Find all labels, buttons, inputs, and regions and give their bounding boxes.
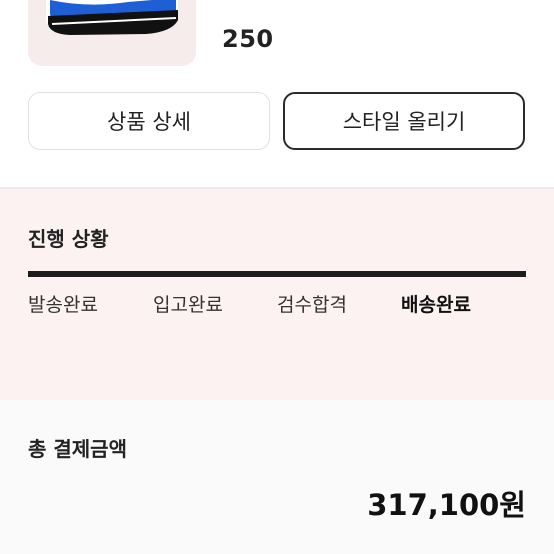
product-size: 250 <box>222 25 274 53</box>
payment-section: 총 결제금액 317,100원 <box>0 400 554 554</box>
product-section: 250 상품 상세 스타일 올리기 <box>0 0 554 187</box>
step-received: 입고완료 <box>153 294 223 316</box>
sneaker-image-icon <box>46 0 178 35</box>
upload-style-label: 스타일 올리기 <box>342 110 466 134</box>
progress-steps: 발송완료 입고완료 검수합격 배송완료 <box>28 290 526 320</box>
product-detail-button[interactable]: 상품 상세 <box>28 92 270 150</box>
product-thumbnail[interactable] <box>28 0 196 66</box>
payment-title: 총 결제금액 <box>28 437 127 461</box>
payment-amount: 317,100원 <box>367 488 526 522</box>
step-shipped: 발송완료 <box>28 294 98 316</box>
progress-bar-fill <box>28 271 526 277</box>
upload-style-button[interactable]: 스타일 올리기 <box>283 92 525 150</box>
step-inspection-passed: 검수합격 <box>277 294 347 316</box>
step-delivered: 배송완료 <box>401 294 471 316</box>
order-detail-page: 250 상품 상세 스타일 올리기 진행 상황 발송완료 입고완료 검수합격 배… <box>0 0 554 554</box>
product-detail-label: 상품 상세 <box>107 110 191 134</box>
progress-title: 진행 상황 <box>28 227 109 251</box>
progress-bar <box>28 271 526 277</box>
progress-section: 진행 상황 발송완료 입고완료 검수합격 배송완료 <box>0 189 554 400</box>
